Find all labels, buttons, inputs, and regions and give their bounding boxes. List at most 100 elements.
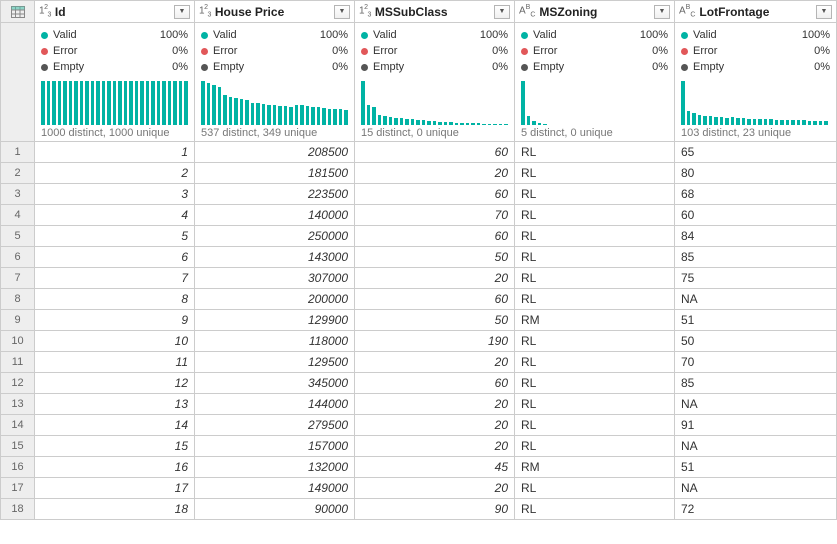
cell[interactable]: RL — [515, 268, 675, 289]
cell[interactable]: 60 — [355, 184, 515, 205]
column-filter-button[interactable]: ▼ — [654, 5, 670, 19]
column-header-mszoning[interactable]: ABC MSZoning ▼ — [515, 1, 675, 23]
cell[interactable]: RL — [515, 499, 675, 520]
cell[interactable]: 91 — [675, 415, 837, 436]
cell[interactable]: 129900 — [195, 310, 355, 331]
cell[interactable]: 10 — [35, 331, 195, 352]
column-filter-button[interactable]: ▼ — [816, 5, 832, 19]
cell[interactable]: RM — [515, 310, 675, 331]
column-header-id[interactable]: 123 Id ▼ — [35, 1, 195, 23]
cell[interactable]: RL — [515, 478, 675, 499]
row-index[interactable]: 13 — [1, 394, 35, 415]
cell[interactable]: 5 — [35, 226, 195, 247]
table-row[interactable]: 9912990050RM51 — [1, 310, 837, 331]
cell[interactable]: 143000 — [195, 247, 355, 268]
cell[interactable]: RL — [515, 436, 675, 457]
cell[interactable]: 279500 — [195, 415, 355, 436]
cell[interactable]: RL — [515, 184, 675, 205]
cell[interactable]: 307000 — [195, 268, 355, 289]
cell[interactable]: 60 — [355, 142, 515, 163]
column-header-mssubclass[interactable]: 123 MSSubClass ▼ — [355, 1, 515, 23]
table-row[interactable]: 3322350060RL68 — [1, 184, 837, 205]
cell[interactable]: 90 — [355, 499, 515, 520]
cell[interactable]: 20 — [355, 415, 515, 436]
row-index[interactable]: 9 — [1, 310, 35, 331]
cell[interactable]: 14 — [35, 415, 195, 436]
cell[interactable]: 1 — [35, 142, 195, 163]
table-row[interactable]: 141427950020RL91 — [1, 415, 837, 436]
column-filter-button[interactable]: ▼ — [494, 5, 510, 19]
cell[interactable]: 4 — [35, 205, 195, 226]
cell[interactable]: 75 — [675, 268, 837, 289]
cell[interactable]: RL — [515, 163, 675, 184]
table-row[interactable]: 121234500060RL85 — [1, 373, 837, 394]
cell[interactable]: RL — [515, 226, 675, 247]
cell[interactable]: 190 — [355, 331, 515, 352]
cell[interactable]: 65 — [675, 142, 837, 163]
cell[interactable]: 149000 — [195, 478, 355, 499]
table-row[interactable]: 18189000090RL72 — [1, 499, 837, 520]
cell[interactable]: 17 — [35, 478, 195, 499]
table-row[interactable]: 131314400020RLNA — [1, 394, 837, 415]
row-index[interactable]: 3 — [1, 184, 35, 205]
row-index[interactable]: 12 — [1, 373, 35, 394]
table-row[interactable]: 161613200045RM51 — [1, 457, 837, 478]
table-row[interactable]: 2218150020RL80 — [1, 163, 837, 184]
column-profile[interactable]: Valid100%Error0%Empty0%5 distinct, 0 uni… — [515, 23, 675, 142]
row-index[interactable]: 10 — [1, 331, 35, 352]
cell[interactable]: 51 — [675, 457, 837, 478]
cell[interactable]: 60 — [675, 205, 837, 226]
cell[interactable]: 60 — [355, 373, 515, 394]
cell[interactable]: 50 — [675, 331, 837, 352]
cell[interactable]: 200000 — [195, 289, 355, 310]
row-index[interactable]: 11 — [1, 352, 35, 373]
cell[interactable]: 345000 — [195, 373, 355, 394]
cell[interactable]: RL — [515, 247, 675, 268]
cell[interactable]: RL — [515, 289, 675, 310]
table-row[interactable]: 5525000060RL84 — [1, 226, 837, 247]
row-index[interactable]: 6 — [1, 247, 35, 268]
cell[interactable]: 70 — [355, 205, 515, 226]
cell[interactable]: 12 — [35, 373, 195, 394]
cell[interactable]: 60 — [355, 289, 515, 310]
cell[interactable]: RL — [515, 352, 675, 373]
column-profile[interactable]: Valid100%Error0%Empty0%1000 distinct, 10… — [35, 23, 195, 142]
column-profile[interactable]: Valid100%Error0%Empty0%537 distinct, 349… — [195, 23, 355, 142]
cell[interactable]: 144000 — [195, 394, 355, 415]
cell[interactable]: 20 — [355, 352, 515, 373]
table-corner[interactable] — [1, 1, 35, 23]
row-index[interactable]: 16 — [1, 457, 35, 478]
cell[interactable]: RL — [515, 394, 675, 415]
table-row[interactable]: 151515700020RLNA — [1, 436, 837, 457]
row-index[interactable]: 1 — [1, 142, 35, 163]
row-index[interactable]: 8 — [1, 289, 35, 310]
cell[interactable]: 7 — [35, 268, 195, 289]
cell[interactable]: 72 — [675, 499, 837, 520]
table-row[interactable]: 8820000060RLNA — [1, 289, 837, 310]
row-index[interactable]: 2 — [1, 163, 35, 184]
cell[interactable]: 140000 — [195, 205, 355, 226]
cell[interactable]: NA — [675, 394, 837, 415]
cell[interactable]: 20 — [355, 394, 515, 415]
cell[interactable]: 208500 — [195, 142, 355, 163]
cell[interactable]: 129500 — [195, 352, 355, 373]
cell[interactable]: RL — [515, 415, 675, 436]
cell[interactable]: 68 — [675, 184, 837, 205]
cell[interactable]: 20 — [355, 268, 515, 289]
cell[interactable]: 118000 — [195, 331, 355, 352]
cell[interactable]: 16 — [35, 457, 195, 478]
cell[interactable]: NA — [675, 289, 837, 310]
cell[interactable]: 84 — [675, 226, 837, 247]
row-index[interactable]: 14 — [1, 415, 35, 436]
row-index[interactable]: 17 — [1, 478, 35, 499]
cell[interactable]: 8 — [35, 289, 195, 310]
cell[interactable]: 60 — [355, 226, 515, 247]
cell[interactable]: NA — [675, 478, 837, 499]
column-profile[interactable]: Valid100%Error0%Empty0%103 distinct, 23 … — [675, 23, 837, 142]
table-row[interactable]: 7730700020RL75 — [1, 268, 837, 289]
column-filter-button[interactable]: ▼ — [334, 5, 350, 19]
cell[interactable]: 18 — [35, 499, 195, 520]
cell[interactable]: 20 — [355, 163, 515, 184]
column-header-lotfrontage[interactable]: ABC LotFrontage ▼ — [675, 1, 837, 23]
cell[interactable]: 20 — [355, 478, 515, 499]
